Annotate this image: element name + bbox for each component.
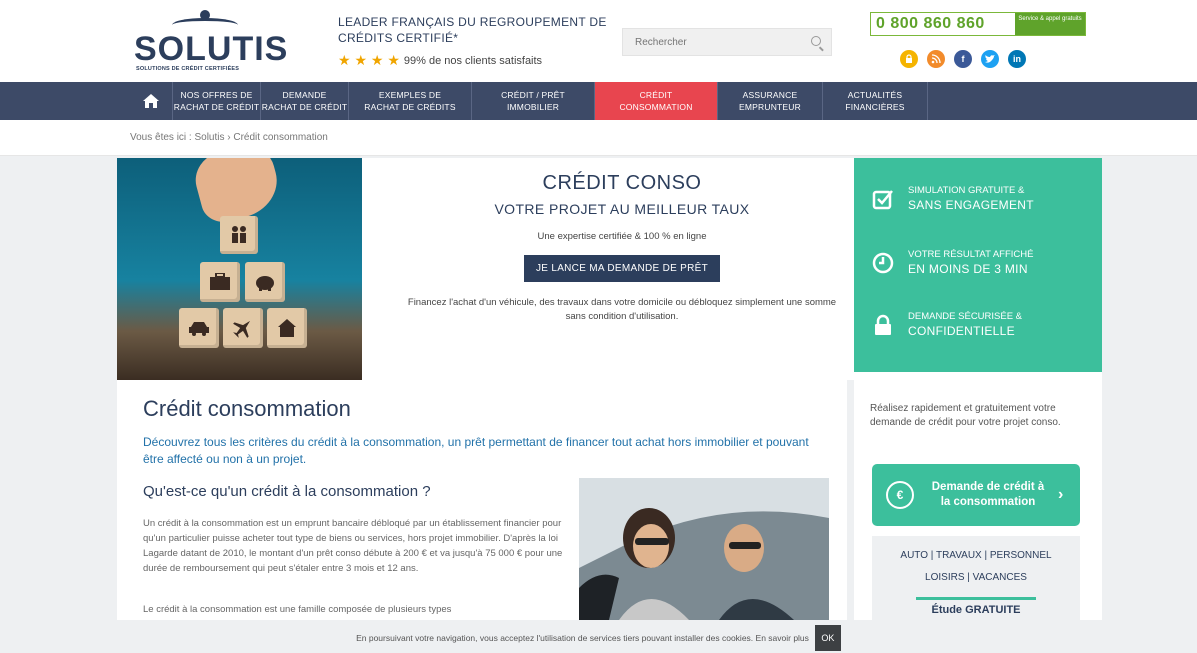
- hero-section: CRÉDIT CONSO VOTRE PROJET AU MEILLEUR TA…: [117, 158, 1102, 380]
- page-intro: Découvrez tous les critères du crédit à …: [143, 435, 809, 466]
- home-icon: [143, 94, 159, 108]
- plane-block: [223, 308, 263, 348]
- twitter-icon[interactable]: [981, 50, 999, 68]
- feature-secure: DEMANDE SÉCURISÉE & CONFIDENTIELLE: [872, 310, 1092, 338]
- section-heading: Qu'est-ce qu'un crédit à la consommation…: [143, 483, 431, 500]
- search-box: [622, 28, 832, 56]
- house-block: [267, 308, 307, 348]
- solutis-logo[interactable]: SOLUTIS SOLUTIONS DE CRÉDIT CERTIFIÉES: [130, 8, 287, 76]
- hero-cta-button[interactable]: JE LANCE MA DEMANDE DE PRÊT: [523, 255, 721, 282]
- hero-content: CRÉDIT CONSO VOTRE PROJET AU MEILLEUR TA…: [387, 172, 857, 324]
- main-nav: NOS OFFRES DE RACHAT DE CRÉDIT DEMANDE R…: [0, 82, 1197, 120]
- cookie-ok-button[interactable]: OK: [814, 624, 841, 651]
- breadcrumb: Vous êtes ici : Solutis › Crédit consomm…: [0, 120, 1197, 156]
- header-tagline: LEADER FRANÇAIS DU REGROUPEMENT DE CRÉDI…: [338, 15, 607, 45]
- hero-title: CRÉDIT CONSO: [542, 172, 702, 194]
- nav-offres-rachat[interactable]: NOS OFFRES DE RACHAT DE CRÉDIT: [173, 82, 261, 120]
- linkedin-icon[interactable]: in: [1008, 50, 1026, 68]
- chevron-right-icon: ›: [1058, 486, 1064, 503]
- sidebar-categories: AUTO | TRAVAUX | PERSONNEL LOISIRS | VAC…: [872, 536, 1080, 620]
- rating-text: 99% de nos clients satisfaits: [403, 54, 543, 67]
- nav-credit-consommation[interactable]: CRÉDIT CONSOMMATION: [595, 82, 718, 120]
- hero-features: SIMULATION GRATUITE & SANS ENGAGEMENT VOT…: [854, 158, 1102, 372]
- hero-description: Financez l'achat d'un véhicule, des trav…: [407, 297, 837, 322]
- feature-secure-line2: CONFIDENTIELLE: [908, 324, 1015, 338]
- logo-subtitle: SOLUTIONS DE CRÉDIT CERTIFIÉES: [136, 66, 240, 72]
- nav-credit-immobilier[interactable]: CRÉDIT / PRÊT IMMOBILIER: [472, 82, 595, 120]
- nav-home[interactable]: [130, 82, 173, 120]
- logo-text: SOLUTIS: [134, 30, 289, 68]
- feature-result-line1: VOTRE RÉSULTAT AFFICHÉ: [908, 249, 1034, 260]
- hero-image: [117, 158, 362, 380]
- sidebar: Réalisez rapidement et gratuitement votr…: [854, 380, 1102, 620]
- phone-tag: Service & appel gratuits: [1015, 13, 1085, 35]
- clock-icon: [872, 252, 894, 274]
- free-study-label: Étude GRATUITE: [931, 604, 1021, 616]
- section-paragraph-2: Le crédit à la consommation est une fami…: [143, 604, 452, 615]
- phone-number: 0 800 860 860: [876, 15, 985, 32]
- feature-secure-line1: DEMANDE SÉCURISÉE &: [908, 311, 1023, 322]
- nav-assurance-emprunteur[interactable]: ASSURANCE EMPRUNTEUR: [718, 82, 823, 120]
- feature-simulation-line1: SIMULATION GRATUITE &: [908, 185, 1025, 196]
- nav-exemples-rachat[interactable]: EXEMPLES DE RACHAT DE CRÉDITS: [349, 82, 472, 120]
- page-title: Crédit consommation: [143, 396, 351, 421]
- car-photo: [579, 478, 829, 620]
- euro-hand-icon: €: [886, 481, 914, 509]
- feature-result-line2: EN MOINS DE 3 MIN: [908, 262, 1028, 276]
- rating: ★ ★ ★ ★ 99% de nos clients satisfaits: [338, 52, 542, 69]
- lock-icon[interactable]: [900, 50, 918, 68]
- piggy-bank-block: [245, 262, 285, 302]
- feature-result: VOTRE RÉSULTAT AFFICHÉ EN MOINS DE 3 MIN: [872, 248, 1092, 276]
- padlock-icon: [875, 314, 891, 335]
- categories-divider: [916, 597, 1036, 600]
- search-icon[interactable]: [811, 36, 821, 46]
- hero-subtitle: VOTRE PROJET AU MEILLEUR TAUX: [494, 201, 750, 217]
- credit-request-button[interactable]: € Demande de crédit à la consommation ›: [872, 464, 1080, 526]
- sidebar-text: Réalisez rapidement et gratuitement votr…: [870, 403, 1061, 428]
- car-block: [179, 308, 219, 348]
- feature-simulation-line2: SANS ENGAGEMENT: [908, 198, 1034, 212]
- cookie-text[interactable]: En poursuivant votre navigation, vous ac…: [356, 633, 809, 643]
- family-block: [220, 216, 258, 254]
- nav-demande-rachat[interactable]: DEMANDE RACHAT DE CRÉDIT: [261, 82, 349, 120]
- main-content: Crédit consommation Découvrez tous les c…: [117, 380, 847, 620]
- briefcase-block: [200, 262, 240, 302]
- rating-stars: ★ ★ ★ ★: [338, 52, 400, 68]
- phone-banner[interactable]: 0 800 860 860 Service & appel gratuits: [870, 12, 1086, 36]
- categories-line-2: LOISIRS | VACANCES: [925, 572, 1027, 583]
- feature-simulation: SIMULATION GRATUITE & SANS ENGAGEMENT: [872, 184, 1092, 212]
- social-links: f in: [900, 50, 1026, 68]
- rss-icon[interactable]: [927, 50, 945, 68]
- search-input[interactable]: [623, 29, 793, 55]
- section-paragraph: Un crédit à la consommation est un empru…: [143, 518, 563, 574]
- nav-actualites[interactable]: ACTUALITÉS FINANCIÈRES: [823, 82, 928, 120]
- hero-expertise: Une expertise certifiée & 100 % en ligne: [537, 231, 707, 242]
- checkbox-icon: [872, 190, 893, 210]
- facebook-icon[interactable]: f: [954, 50, 972, 68]
- categories-line-1: AUTO | TRAVAUX | PERSONNEL: [900, 550, 1052, 561]
- site-header: SOLUTIS SOLUTIONS DE CRÉDIT CERTIFIÉES L…: [0, 0, 1197, 82]
- cookie-banner: En poursuivant votre navigation, vous ac…: [0, 622, 1197, 653]
- credit-request-label: Demande de crédit à la consommation: [931, 481, 1045, 508]
